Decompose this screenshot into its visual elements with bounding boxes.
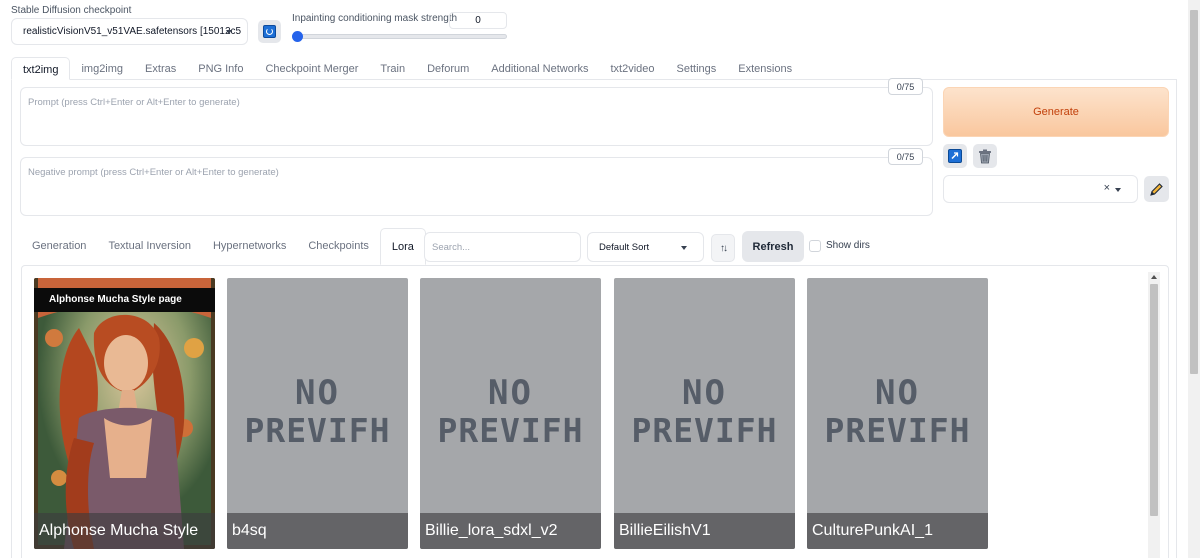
negative-prompt-placeholder: Negative prompt (press Ctrl+Enter or Alt… bbox=[28, 167, 279, 178]
tab-png-info[interactable]: PNG Info bbox=[187, 57, 254, 80]
mask-strength-label: Inpainting conditioning mask strength bbox=[292, 13, 458, 24]
negative-prompt-textarea[interactable]: Negative prompt (press Ctrl+Enter or Alt… bbox=[20, 157, 933, 216]
page-scrollbar[interactable] bbox=[1188, 0, 1200, 558]
card-name: CulturePunkAI_1 bbox=[807, 513, 988, 549]
paste-button[interactable] bbox=[943, 144, 967, 168]
show-dirs-label: Show dirs bbox=[826, 240, 870, 251]
checkpoint-label: Stable Diffusion checkpoint bbox=[11, 5, 132, 16]
no-preview-line2: PREVIFH bbox=[631, 411, 778, 450]
extra-networks-search-input[interactable]: Search... bbox=[424, 232, 581, 262]
no-preview-placeholder: NO PREVIFH bbox=[227, 374, 408, 450]
refresh-networks-button[interactable]: Refresh bbox=[742, 231, 804, 262]
edit-styles-button[interactable] bbox=[1144, 176, 1169, 202]
checkpoint-value: realisticVisionV51_v51VAE.safetensors [1… bbox=[23, 26, 242, 37]
tab-generation[interactable]: Generation bbox=[21, 228, 97, 265]
prompt-token-counter: 0/75 bbox=[888, 78, 923, 95]
clear-styles-icon[interactable]: × bbox=[1104, 182, 1110, 194]
chevron-down-icon bbox=[1115, 188, 1121, 192]
clear-prompt-button[interactable] bbox=[973, 144, 997, 168]
scrollbar-thumb[interactable] bbox=[1190, 10, 1198, 374]
lora-card[interactable]: NO PREVIFH CulturePunkAI_1 bbox=[807, 278, 988, 549]
no-preview-placeholder: NO PREVIFH bbox=[614, 374, 795, 450]
no-preview-line2: PREVIFH bbox=[244, 411, 391, 450]
chevron-down-icon bbox=[226, 30, 232, 34]
mask-strength-input[interactable]: 0 bbox=[449, 12, 507, 29]
sort-select[interactable]: Default Sort bbox=[587, 232, 704, 262]
tab-checkpoint-merger[interactable]: Checkpoint Merger bbox=[254, 57, 369, 80]
tab-txt2video[interactable]: txt2video bbox=[599, 57, 665, 80]
tab-checkpoints[interactable]: Checkpoints bbox=[297, 228, 380, 265]
card-name: b4sq bbox=[227, 513, 408, 549]
main-tabs: txt2img img2img Extras PNG Info Checkpoi… bbox=[11, 57, 803, 80]
show-dirs-checkbox[interactable] bbox=[809, 240, 821, 252]
prompt-textarea[interactable]: Prompt (press Ctrl+Enter or Alt+Enter to… bbox=[20, 87, 933, 146]
tab-train[interactable]: Train bbox=[369, 57, 416, 80]
extra-networks-tabs: Generation Textual Inversion Hypernetwor… bbox=[21, 228, 426, 265]
sort-direction-button[interactable]: ↑↓ bbox=[711, 234, 735, 262]
card-name: Alphonse Mucha Style bbox=[34, 513, 215, 549]
card-name: Billie_lora_sdxl_v2 bbox=[420, 513, 601, 549]
no-preview-line2: PREVIFH bbox=[824, 411, 971, 450]
lora-card[interactable]: NO PREVIFH BillieEilishV1 bbox=[614, 278, 795, 549]
preview-banner: Alphonse Mucha Style page bbox=[34, 288, 215, 312]
checkpoint-select[interactable]: realisticVisionV51_v51VAE.safetensors [1… bbox=[11, 18, 248, 45]
tab-hypernetworks[interactable]: Hypernetworks bbox=[202, 228, 297, 265]
tab-deforum[interactable]: Deforum bbox=[416, 57, 480, 80]
refresh-icon bbox=[263, 25, 276, 38]
no-preview-placeholder: NO PREVIFH bbox=[420, 374, 601, 450]
pencil-icon bbox=[1150, 182, 1163, 196]
tab-txt2img[interactable]: txt2img bbox=[11, 57, 71, 80]
no-preview-line1: NO bbox=[488, 373, 533, 413]
lora-card[interactable]: NO PREVIFH b4sq bbox=[227, 278, 408, 549]
no-preview-line1: NO bbox=[295, 373, 340, 413]
tab-additional-networks[interactable]: Additional Networks bbox=[480, 57, 599, 80]
no-preview-line1: NO bbox=[875, 373, 920, 413]
no-preview-line2: PREVIFH bbox=[437, 411, 584, 450]
refresh-checkpoints-button[interactable] bbox=[258, 20, 281, 43]
generate-button[interactable]: Generate bbox=[943, 87, 1169, 137]
mask-strength-slider-thumb[interactable] bbox=[292, 31, 303, 42]
chevron-down-icon bbox=[681, 246, 687, 250]
cards-scrollbar[interactable] bbox=[1148, 272, 1160, 558]
lora-card[interactable]: Alphonse Mucha Style page Alphonse Mucha… bbox=[34, 278, 215, 549]
scroll-up-icon[interactable] bbox=[1151, 275, 1157, 279]
card-name: BillieEilishV1 bbox=[614, 513, 795, 549]
tab-textual-inversion[interactable]: Textual Inversion bbox=[97, 228, 202, 265]
lora-card[interactable]: NO PREVIFH Billie_lora_sdxl_v2 bbox=[420, 278, 601, 549]
tab-extras[interactable]: Extras bbox=[134, 57, 187, 80]
tab-extensions[interactable]: Extensions bbox=[727, 57, 803, 80]
tab-settings[interactable]: Settings bbox=[666, 57, 728, 80]
styles-select[interactable]: × bbox=[943, 175, 1138, 203]
sort-value: Default Sort bbox=[599, 241, 650, 253]
arrow-check-icon bbox=[948, 149, 962, 163]
tab-img2img[interactable]: img2img bbox=[70, 57, 134, 80]
alphonse-mucha-preview-image bbox=[34, 278, 215, 549]
tab-lora[interactable]: Lora bbox=[379, 228, 426, 265]
mask-strength-slider[interactable] bbox=[296, 34, 507, 39]
negative-prompt-token-counter: 0/75 bbox=[888, 148, 923, 165]
scrollbar-thumb[interactable] bbox=[1150, 284, 1158, 516]
prompt-placeholder: Prompt (press Ctrl+Enter or Alt+Enter to… bbox=[28, 97, 240, 108]
no-preview-line1: NO bbox=[682, 373, 727, 413]
trash-icon bbox=[979, 149, 991, 163]
no-preview-placeholder: NO PREVIFH bbox=[807, 374, 988, 450]
